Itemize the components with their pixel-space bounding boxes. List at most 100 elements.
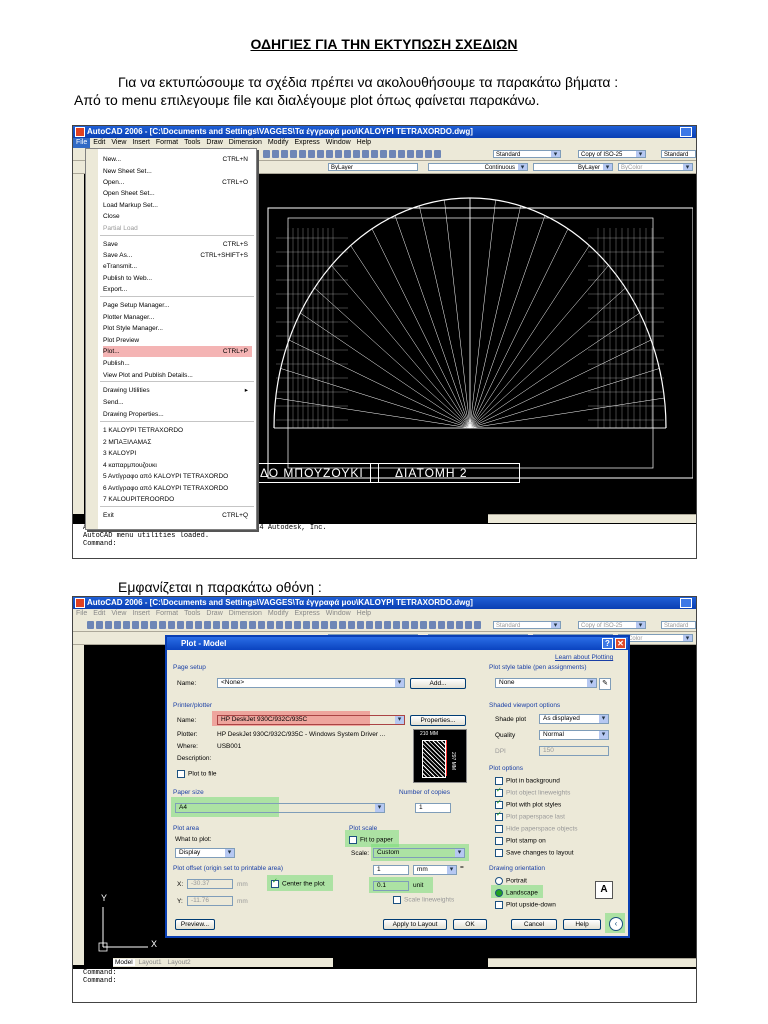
page-setup-name-select[interactable]: <None> bbox=[217, 678, 405, 688]
plot-in-background-checkbox[interactable]: Plot in background bbox=[495, 777, 560, 786]
menu-modify[interactable]: Modify bbox=[265, 609, 292, 619]
printer-name-select[interactable]: HP DeskJet 930C/932C/935C bbox=[217, 715, 405, 725]
shade-plot-select[interactable]: As displayed bbox=[539, 714, 609, 724]
center-plot-checkbox[interactable]: Center the plot bbox=[271, 878, 325, 889]
file-menu-item[interactable]: Publish... bbox=[103, 358, 252, 369]
scale-lineweights-checkbox[interactable]: Scale lineweights bbox=[393, 896, 454, 905]
scale-mm-input[interactable]: 1 bbox=[373, 865, 409, 875]
help-question-button[interactable]: ? bbox=[602, 638, 613, 649]
apply-to-layout-button[interactable]: Apply to Layout bbox=[383, 919, 447, 930]
file-menu-item[interactable]: 6 Αντίγραφο από KALOYPI TETRAXORDO bbox=[103, 483, 252, 494]
file-menu-item[interactable]: Export... bbox=[103, 284, 252, 295]
menu-window[interactable]: Window bbox=[323, 609, 354, 619]
text-style-combo[interactable]: Standard bbox=[493, 621, 561, 629]
file-menu-item[interactable]: Exit CTRL+Q bbox=[103, 510, 252, 521]
copies-spinner[interactable]: 1 bbox=[415, 803, 451, 813]
file-menu-item[interactable]: 1 KALOYPI TETRAXORDO bbox=[103, 425, 252, 436]
linetype-combo[interactable]: Continuous bbox=[428, 163, 528, 171]
menu-dimension[interactable]: Dimension bbox=[226, 138, 265, 148]
landscape-radio[interactable]: Landscape bbox=[495, 889, 538, 898]
quality-select[interactable]: Normal bbox=[539, 730, 609, 740]
add-page-setup-button[interactable]: Add... bbox=[410, 678, 466, 689]
plot-paperspace-last-checkbox[interactable]: Plot paperspace last bbox=[495, 811, 565, 822]
plotstyle-combo[interactable]: ByColor bbox=[618, 163, 693, 171]
file-menu-item[interactable]: Page Setup Manager... bbox=[103, 300, 252, 311]
file-menu-item[interactable]: Send... bbox=[103, 397, 252, 408]
menu-express[interactable]: Express bbox=[291, 609, 322, 619]
file-menu-item[interactable]: Open... CTRL+O bbox=[103, 177, 252, 188]
menu-draw[interactable]: Draw bbox=[203, 609, 225, 619]
plot-lineweights-checkbox[interactable]: Plot object lineweights bbox=[495, 787, 570, 798]
file-menu-item[interactable]: Plotter Manager... bbox=[103, 312, 252, 323]
menu-draw[interactable]: Draw bbox=[203, 138, 225, 148]
color-combo[interactable]: ByLayer bbox=[328, 163, 418, 171]
minimize-button[interactable] bbox=[680, 598, 692, 608]
hide-paperspace-checkbox[interactable]: Hide paperspace objects bbox=[495, 825, 578, 834]
dim-style-combo[interactable]: Copy of ISO-25 bbox=[578, 621, 646, 629]
upside-down-checkbox[interactable]: Plot upside-down bbox=[495, 901, 556, 910]
menu-help[interactable]: Help bbox=[354, 138, 374, 148]
dim-style-combo[interactable]: Copy of ISO-25 bbox=[578, 150, 646, 158]
offset-x-input[interactable]: -30.37 bbox=[187, 879, 233, 889]
save-changes-checkbox[interactable]: Save changes to layout bbox=[495, 849, 574, 858]
help-button[interactable]: Help bbox=[563, 919, 601, 930]
file-menu-item[interactable]: 7 KALOUPITEROORDO bbox=[103, 494, 252, 505]
collapse-options-button[interactable]: ‹ bbox=[609, 917, 623, 931]
learn-about-plotting-link[interactable]: Learn about Plotting bbox=[555, 654, 613, 661]
file-menu-item[interactable]: Plot Style Manager... bbox=[103, 323, 252, 334]
menu-file[interactable]: File bbox=[73, 138, 91, 148]
menu-dimension[interactable]: Dimension bbox=[226, 609, 265, 619]
dpi-input[interactable]: 150 bbox=[539, 746, 609, 756]
ok-button[interactable]: OK bbox=[453, 919, 487, 930]
edit-style-icon[interactable]: ✎ bbox=[599, 678, 611, 690]
file-menu-item[interactable]: Close bbox=[103, 211, 252, 222]
close-button[interactable]: ✕ bbox=[615, 638, 626, 649]
tab-layout1[interactable]: Layout1 bbox=[137, 959, 164, 966]
menu-window[interactable]: Window bbox=[323, 138, 354, 148]
file-menu-item[interactable]: 4 καπαρμπουζουκι bbox=[103, 460, 252, 471]
file-menu-item[interactable]: Save CTRL+S bbox=[103, 239, 252, 250]
toolbar-icons[interactable] bbox=[87, 621, 481, 629]
file-menu-item[interactable]: 5 Αντίγραφο από KALOYPI TETRAXORDO bbox=[103, 471, 252, 482]
file-menu-item[interactable]: Open Sheet Set... bbox=[103, 188, 252, 199]
scale-unit-input[interactable]: 0.1 bbox=[373, 881, 409, 891]
what-to-plot-select[interactable]: Display bbox=[175, 848, 235, 858]
toolbar-icons[interactable] bbox=[263, 150, 441, 158]
horizontal-scrollbar[interactable] bbox=[488, 958, 696, 967]
plot-stamp-checkbox[interactable]: Plot stamp on bbox=[495, 837, 546, 846]
table-style-combo[interactable]: Standard bbox=[661, 621, 696, 629]
file-menu-item[interactable]: Load Markup Set... bbox=[103, 200, 252, 211]
horizontal-scrollbar[interactable] bbox=[488, 514, 696, 523]
table-style-combo[interactable]: Standard bbox=[661, 150, 696, 158]
lineweight-combo[interactable]: ByLayer bbox=[533, 163, 613, 171]
file-menu-item[interactable]: Drawing Utilities ▸ bbox=[103, 385, 252, 396]
file-menu-item[interactable]: New Sheet Set... bbox=[103, 166, 252, 177]
file-menu-item[interactable]: eTransmit... bbox=[103, 261, 252, 272]
menu-edit[interactable]: Edit bbox=[90, 609, 108, 619]
plot-with-styles-checkbox[interactable]: Plot with plot styles bbox=[495, 799, 561, 810]
file-menu-item[interactable]: Publish to Web... bbox=[103, 273, 252, 284]
scale-unit-select[interactable]: mm bbox=[413, 865, 457, 875]
command-prompt[interactable]: Command: bbox=[73, 540, 696, 548]
file-menu-item[interactable]: Save As... CTRL+SHIFT+S bbox=[103, 250, 252, 261]
cancel-button[interactable]: Cancel bbox=[511, 919, 557, 930]
menu-help[interactable]: Help bbox=[354, 609, 374, 619]
paper-size-select[interactable]: A4 bbox=[175, 803, 385, 813]
file-menu-item[interactable]: 3 KALOYPI bbox=[103, 448, 252, 459]
plot-to-file-checkbox[interactable]: Plot to file bbox=[177, 770, 217, 779]
file-menu-item[interactable]: Drawing Properties... bbox=[103, 409, 252, 420]
file-menu-item[interactable]: Plot Preview bbox=[103, 335, 252, 346]
file-menu-item[interactable]: New... CTRL+N bbox=[103, 154, 252, 165]
menu-edit[interactable]: Edit bbox=[90, 138, 108, 148]
plot-style-table-select[interactable]: None bbox=[495, 678, 597, 688]
menu-insert[interactable]: Insert bbox=[129, 138, 153, 148]
menu-format[interactable]: Format bbox=[153, 609, 181, 619]
offset-y-input[interactable]: -11.76 bbox=[187, 896, 233, 906]
tab-layout2[interactable]: Layout2 bbox=[165, 959, 192, 966]
file-menu-item[interactable]: View Plot and Publish Details... bbox=[103, 370, 252, 381]
menu-view[interactable]: View bbox=[108, 138, 129, 148]
draw-toolbar-2[interactable] bbox=[73, 645, 84, 965]
menu-view[interactable]: View bbox=[108, 609, 129, 619]
menu-format[interactable]: Format bbox=[153, 138, 181, 148]
tab-model[interactable]: Model bbox=[113, 959, 135, 966]
